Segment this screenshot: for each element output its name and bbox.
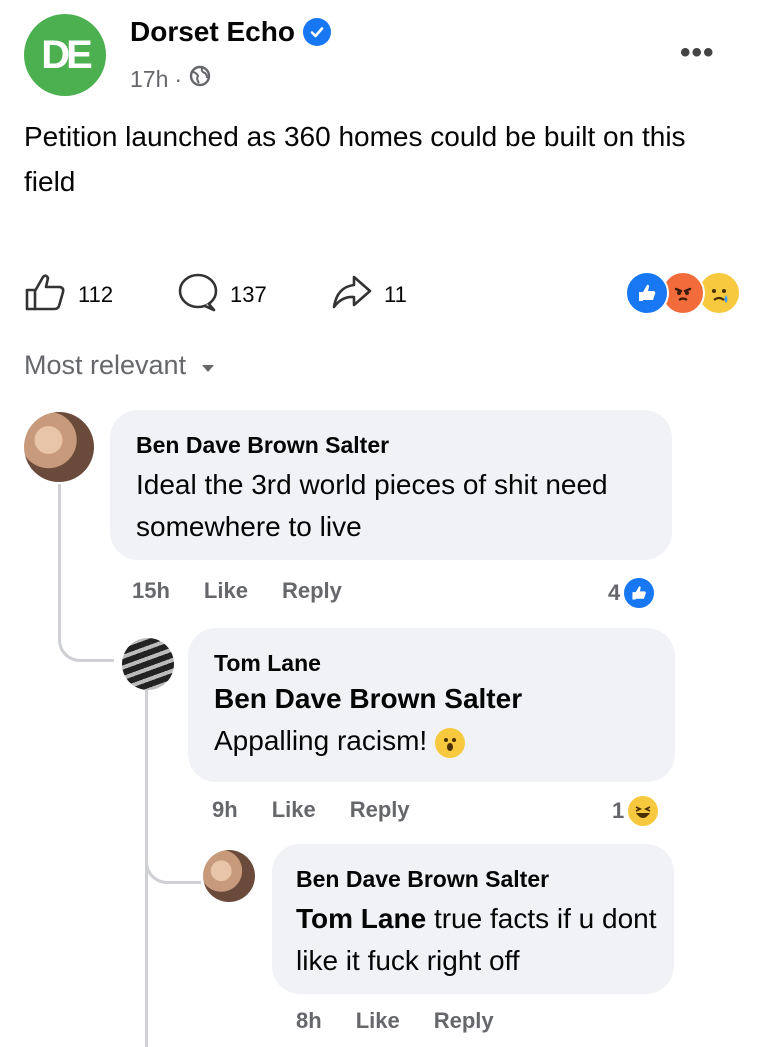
sort-label: Most relevant <box>24 350 187 380</box>
page-avatar[interactable]: DE <box>24 14 106 96</box>
comment-actions: 8h Like Reply <box>296 1008 494 1034</box>
reply-button[interactable]: Reply <box>350 797 410 823</box>
share-count: 11 <box>384 282 407 307</box>
wow-emoji-icon <box>434 727 465 758</box>
comment-author[interactable]: Ben Dave Brown Salter <box>136 432 389 459</box>
avatar[interactable] <box>203 850 255 902</box>
share-stat[interactable]: 11 <box>330 272 407 318</box>
reaction-count: 4 <box>608 580 621 605</box>
like-count: 112 <box>78 282 114 307</box>
comment-icon <box>176 272 220 318</box>
post-text: Petition launched as 360 homes could be … <box>24 121 686 197</box>
haha-reaction-icon <box>626 794 661 828</box>
page-name-row: Dorset Echo <box>130 16 331 48</box>
more-options-icon[interactable]: ••• <box>680 36 715 70</box>
mention-link[interactable]: Ben Dave Brown Salter <box>214 683 522 714</box>
reply-button[interactable]: Reply <box>434 1008 494 1034</box>
comment-reactions[interactable]: 4 <box>608 576 657 610</box>
meta-separator: · <box>174 65 183 92</box>
comment-bubble: Ben Dave Brown Salter Ideal the 3rd worl… <box>110 410 672 560</box>
comment-actions: 9h Like Reply <box>212 797 410 823</box>
comment-stat[interactable]: 137 <box>176 272 267 318</box>
verified-badge-icon <box>302 18 331 46</box>
comment-body: Tom Lane true facts if u dont like it fu… <box>296 898 666 982</box>
comment-author[interactable]: Tom Lane <box>214 650 321 677</box>
like-stat[interactable]: 112 <box>24 272 113 318</box>
avatar[interactable] <box>122 638 174 690</box>
globe-icon <box>188 64 212 94</box>
post-meta: 17h · <box>130 64 212 94</box>
comment-time[interactable]: 9h <box>212 797 238 823</box>
comment-body: Ben Dave Brown Salter Appalling racism! <box>214 678 664 762</box>
comment-count: 137 <box>230 282 267 307</box>
comment-bubble: Tom Lane Ben Dave Brown Salter Appalling… <box>188 628 675 782</box>
post-time[interactable]: 17h <box>130 66 168 93</box>
comment-bubble: Ben Dave Brown Salter Tom Lane true fact… <box>272 844 674 994</box>
chevron-down-icon <box>200 350 216 381</box>
like-button[interactable]: Like <box>204 578 248 604</box>
comment-author[interactable]: Ben Dave Brown Salter <box>296 866 549 893</box>
like-reaction-icon <box>622 576 657 610</box>
reaction-summary[interactable] <box>623 270 753 315</box>
comment-reactions[interactable]: 1 <box>612 794 661 828</box>
page-name[interactable]: Dorset Echo <box>130 16 295 48</box>
comment-actions: 15h Like Reply <box>132 578 342 604</box>
like-reaction-icon <box>625 271 669 315</box>
page-avatar-initials: DE <box>41 32 93 77</box>
thread-line <box>58 484 61 642</box>
avatar[interactable] <box>24 412 94 482</box>
like-button[interactable]: Like <box>356 1008 400 1034</box>
mention-link[interactable]: Tom Lane <box>296 903 426 934</box>
comment-text: Appalling racism! <box>214 725 428 756</box>
sort-dropdown[interactable]: Most relevant <box>24 350 216 381</box>
share-icon <box>330 272 374 318</box>
thread-connector <box>58 628 114 662</box>
comment-text: Ideal the 3rd world pieces of shit need … <box>136 469 608 542</box>
like-icon <box>24 272 68 318</box>
comment-time[interactable]: 15h <box>132 578 170 604</box>
reaction-count: 1 <box>612 798 625 823</box>
thread-connector <box>145 850 201 884</box>
like-button[interactable]: Like <box>272 797 316 823</box>
reply-button[interactable]: Reply <box>282 578 342 604</box>
comment-time[interactable]: 8h <box>296 1008 322 1034</box>
